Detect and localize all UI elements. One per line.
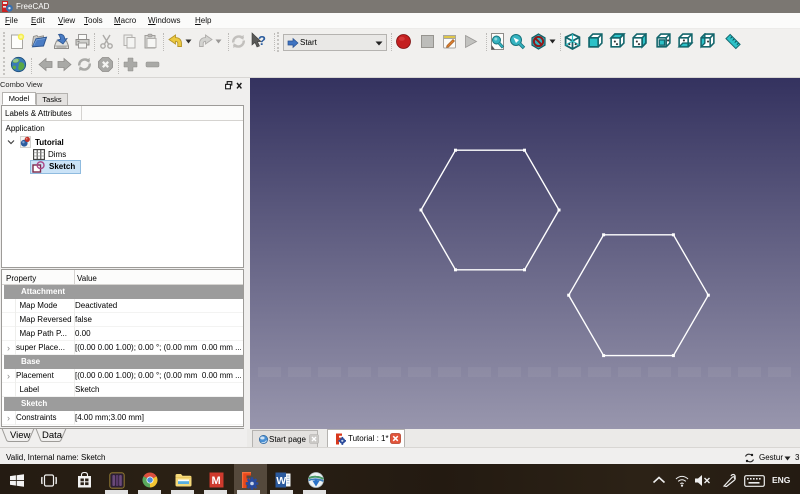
svg-text:W: W xyxy=(276,475,286,487)
svg-text:Data: Data xyxy=(42,430,63,441)
svg-text:?: ? xyxy=(258,33,266,48)
svg-text:M: M xyxy=(212,475,221,487)
svg-text:View: View xyxy=(10,430,31,441)
